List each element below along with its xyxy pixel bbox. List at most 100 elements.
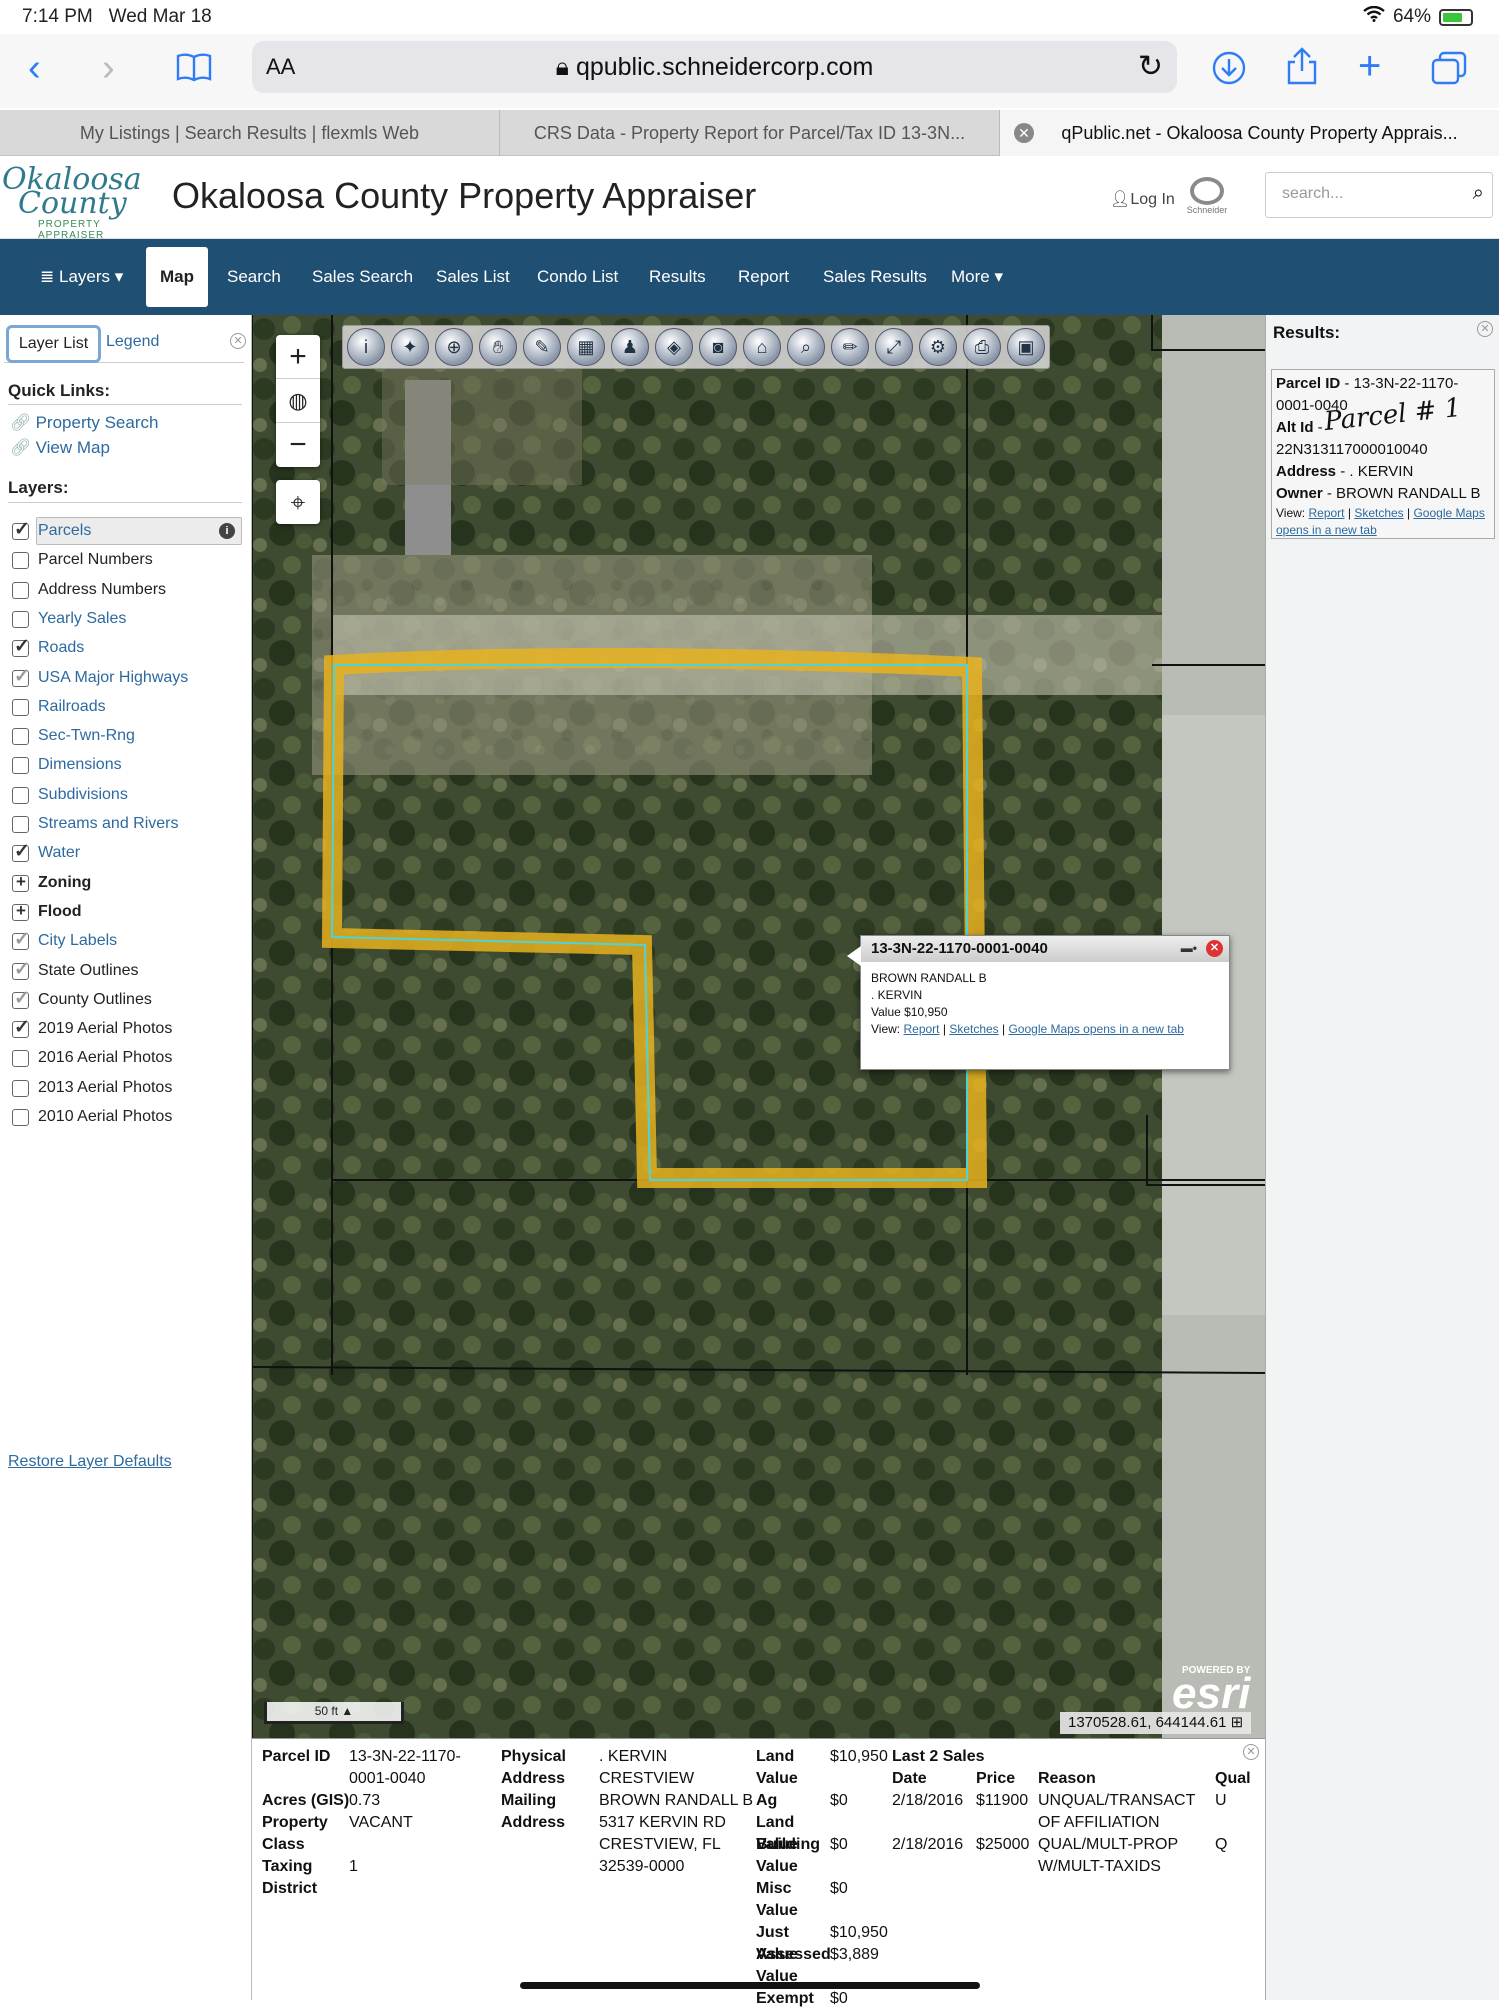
- tab-layer-list[interactable]: Layer List: [6, 325, 101, 363]
- eraser-icon[interactable]: ✎: [523, 328, 561, 366]
- close-tab-icon[interactable]: ✕: [1014, 123, 1034, 143]
- layer-item[interactable]: Flood: [12, 900, 82, 924]
- sketches-link[interactable]: Sketches: [1354, 506, 1403, 520]
- settings-icon[interactable]: ⚙: [919, 328, 957, 366]
- view-map-link[interactable]: 🔗︎ View Map: [10, 438, 110, 458]
- expand-icon[interactable]: ⊞: [1231, 1714, 1244, 1731]
- address-bar[interactable]: AA 🔒︎ qpublic.schneidercorp.com ↻: [252, 41, 1177, 93]
- layer-item[interactable]: USA Major Highways: [12, 665, 188, 690]
- layer-checkbox[interactable]: [12, 635, 30, 658]
- pin-icon[interactable]: ▬•: [1181, 941, 1197, 955]
- nav-map[interactable]: Map: [146, 247, 208, 307]
- layer-item[interactable]: Address Numbers: [12, 578, 166, 602]
- nav-results[interactable]: Results: [649, 239, 706, 315]
- layer-checkbox[interactable]: [12, 1108, 29, 1126]
- restore-layer-defaults-link[interactable]: Restore Layer Defaults: [8, 1453, 172, 1471]
- camera-icon[interactable]: ◙: [699, 328, 737, 366]
- site-search-input[interactable]: search... ⌕: [1265, 172, 1493, 218]
- draw-icon[interactable]: ✏︎: [831, 328, 869, 366]
- schneider-logo[interactable]: Schneider: [1180, 177, 1234, 221]
- expand-icon[interactable]: [12, 901, 29, 921]
- nav-more[interactable]: More ▾: [951, 239, 1003, 315]
- sketches-link[interactable]: Sketches: [949, 1022, 998, 1036]
- layer-checkbox[interactable]: [12, 665, 30, 688]
- layer-item[interactable]: Parcel Numbers: [12, 548, 153, 572]
- zoom-in-tool-icon[interactable]: ⊕: [435, 328, 473, 366]
- layer-checkbox[interactable]: [12, 581, 29, 599]
- property-search-link[interactable]: 🔗︎ Property Search: [10, 413, 158, 433]
- layer-checkbox[interactable]: [12, 815, 29, 833]
- report-link[interactable]: Report: [903, 1022, 939, 1036]
- layer-checkbox[interactable]: [12, 987, 30, 1010]
- layer-checkbox[interactable]: [12, 958, 30, 981]
- report-link[interactable]: Report: [1308, 506, 1344, 520]
- locate-icon[interactable]: ⌖: [276, 480, 320, 524]
- layer-item[interactable]: State Outlines: [12, 958, 139, 983]
- download-icon[interactable]: [1211, 50, 1247, 91]
- browser-tab[interactable]: My Listings | Search Results | flexmls W…: [0, 110, 500, 156]
- layer-item[interactable]: Zoning: [12, 871, 91, 895]
- street-view-icon[interactable]: ♟: [611, 328, 649, 366]
- google-maps-link[interactable]: Google Maps opens in a new tab: [1008, 1022, 1183, 1036]
- select-icon[interactable]: ✦: [391, 328, 429, 366]
- nav-sales-results[interactable]: Sales Results: [823, 239, 927, 315]
- close-icon[interactable]: ✕: [1243, 1744, 1259, 1760]
- zoom-in-icon[interactable]: +: [276, 335, 320, 379]
- layer-checkbox[interactable]: [12, 698, 29, 716]
- layer-checkbox[interactable]: [12, 928, 30, 951]
- new-tab-icon[interactable]: +: [1358, 46, 1381, 86]
- search-icon[interactable]: ⌕: [1473, 182, 1484, 205]
- layer-checkbox[interactable]: [12, 518, 30, 541]
- layer-item[interactable]: Subdivisions: [12, 783, 128, 807]
- layer-item[interactable]: Sec-Twn-Rng: [12, 724, 135, 748]
- layer-item[interactable]: Yearly Sales: [12, 607, 126, 631]
- full-extent-icon[interactable]: ⤢: [875, 328, 913, 366]
- layer-item[interactable]: 2013 Aerial Photos: [12, 1076, 172, 1100]
- save-icon[interactable]: ▣: [1007, 328, 1045, 366]
- layer-item[interactable]: 2010 Aerial Photos: [12, 1105, 172, 1129]
- layer-checkbox[interactable]: [12, 756, 29, 774]
- login-link[interactable]: 👤︎Log In: [1110, 189, 1175, 209]
- layer-checkbox[interactable]: [12, 1049, 29, 1067]
- result-item[interactable]: Parcel ID - 13-3N-22-1170-0001-0040 Alt …: [1271, 369, 1495, 539]
- nav-report[interactable]: Report: [738, 239, 789, 315]
- back-icon[interactable]: ‹: [28, 46, 41, 90]
- layer-item[interactable]: Roads: [12, 635, 84, 660]
- layers-tool-icon[interactable]: ◈: [655, 328, 693, 366]
- layer-checkbox[interactable]: [12, 1079, 29, 1097]
- layer-item[interactable]: County Outlines: [12, 987, 152, 1012]
- print-icon[interactable]: ⎙: [963, 328, 1001, 366]
- close-icon[interactable]: ✕: [1477, 321, 1493, 337]
- home-indicator[interactable]: [520, 1982, 980, 1989]
- tabs-overview-icon[interactable]: [1430, 50, 1468, 91]
- layer-checkbox[interactable]: [12, 840, 30, 863]
- reload-icon[interactable]: ↻: [1138, 49, 1163, 84]
- browser-tab[interactable]: CRS Data - Property Report for Parcel/Ta…: [500, 110, 1000, 156]
- site-logo[interactable]: Okaloosa County PROPERTY APPRAISER: [2, 165, 162, 242]
- measure-icon[interactable]: ▦: [567, 328, 605, 366]
- layer-checkbox[interactable]: [12, 610, 29, 628]
- identify-icon[interactable]: i: [347, 328, 385, 366]
- pan-icon[interactable]: ✋︎: [479, 328, 517, 366]
- info-icon[interactable]: i: [219, 523, 235, 539]
- bookmarks-icon[interactable]: [175, 52, 213, 87]
- layer-item[interactable]: 2016 Aerial Photos: [12, 1046, 172, 1070]
- expand-icon[interactable]: [12, 872, 29, 892]
- layer-item[interactable]: Parcels: [12, 518, 91, 543]
- layer-checkbox[interactable]: [12, 727, 29, 745]
- nav-search[interactable]: Search: [227, 239, 281, 315]
- layer-item[interactable]: 2019 Aerial Photos: [12, 1016, 172, 1041]
- globe-icon[interactable]: ◍: [276, 379, 320, 423]
- zoom-out-icon[interactable]: −: [276, 423, 320, 467]
- buffer-icon[interactable]: ⌂: [743, 328, 781, 366]
- tab-legend[interactable]: Legend: [106, 333, 159, 351]
- layer-item[interactable]: Railroads: [12, 695, 106, 719]
- layer-item[interactable]: Water: [12, 840, 80, 865]
- search-tool-icon[interactable]: ⌕: [787, 328, 825, 366]
- layer-checkbox[interactable]: [12, 551, 29, 569]
- layer-checkbox[interactable]: [12, 1016, 30, 1039]
- nav-layers[interactable]: ≣ Layers ▾: [40, 239, 123, 315]
- share-icon[interactable]: [1285, 46, 1319, 91]
- nav-sales-search[interactable]: Sales Search: [312, 239, 413, 315]
- close-icon[interactable]: ✕: [230, 333, 246, 349]
